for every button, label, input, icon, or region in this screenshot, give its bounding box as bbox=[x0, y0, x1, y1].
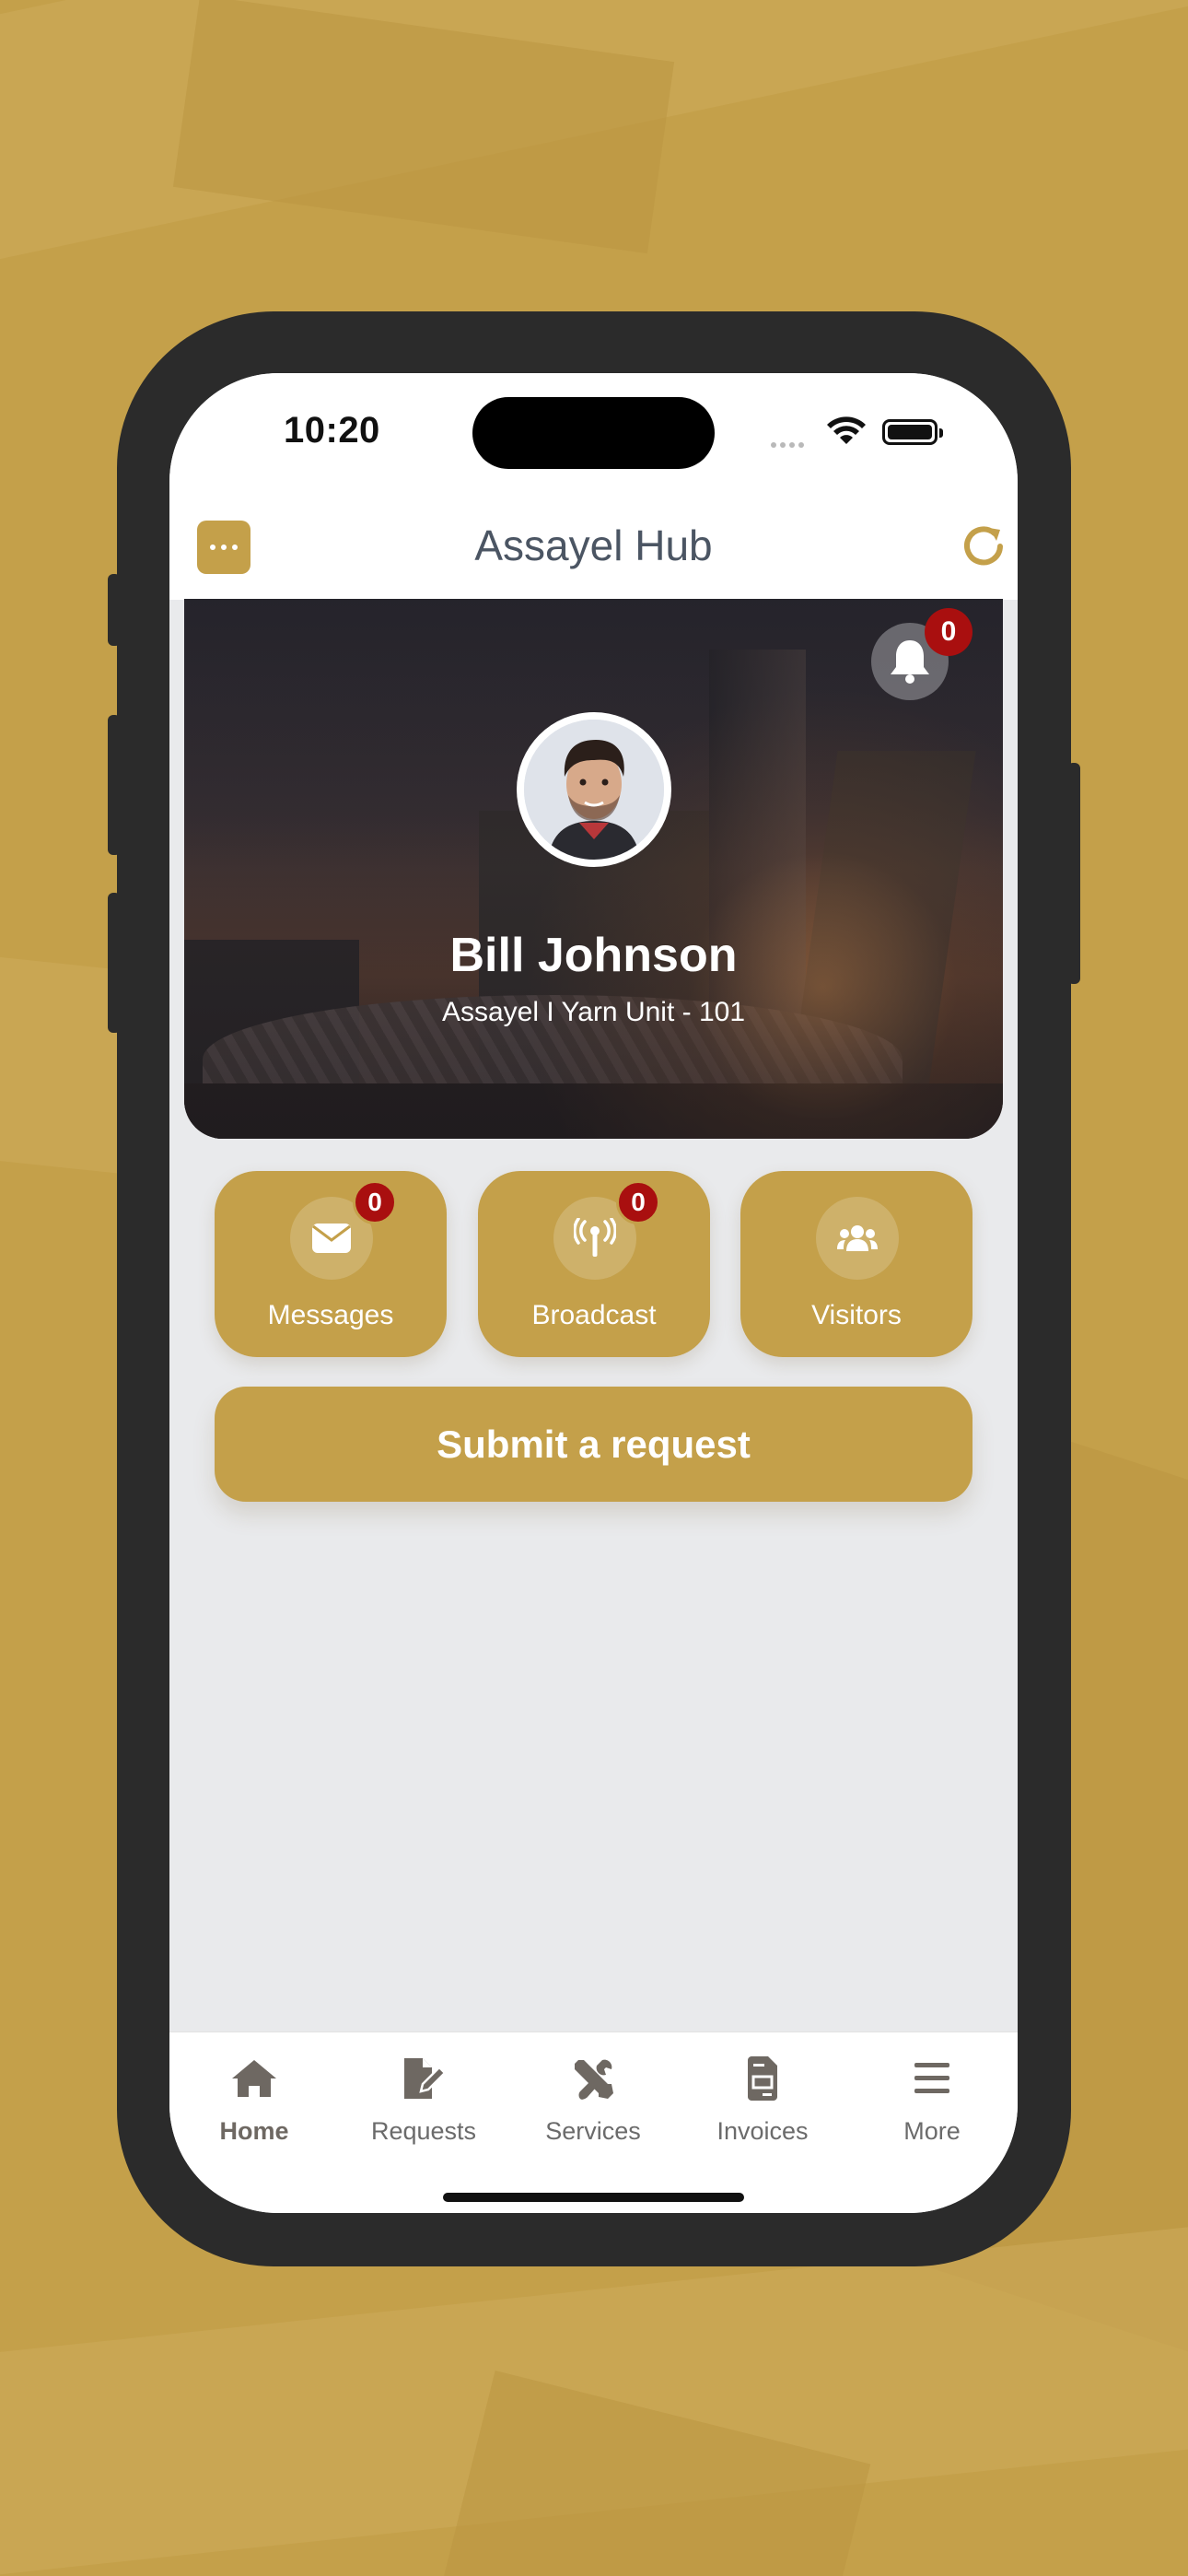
messages-tile[interactable]: 0 Messages bbox=[215, 1171, 447, 1357]
refresh-icon[interactable] bbox=[958, 521, 1009, 572]
messages-label: Messages bbox=[267, 1300, 394, 1330]
home-indicator bbox=[443, 2193, 744, 2202]
signal-dots-icon bbox=[771, 436, 808, 452]
tab-services-label: Services bbox=[545, 2117, 641, 2145]
avatar-photo bbox=[524, 720, 664, 860]
notifications-button[interactable]: 0 bbox=[871, 608, 973, 700]
notifications-badge: 0 bbox=[925, 608, 973, 656]
tab-home-label: Home bbox=[219, 2117, 289, 2145]
app-screen: 10:20 Assayel Hub 0 Bill Johnson Assayel… bbox=[169, 373, 1018, 2213]
status-time: 10:20 bbox=[284, 410, 380, 451]
dynamic-island bbox=[472, 397, 715, 469]
tab-requests[interactable]: Requests bbox=[339, 2053, 508, 2146]
tools-icon bbox=[575, 2059, 613, 2100]
tab-requests-label: Requests bbox=[370, 2117, 477, 2145]
tab-home[interactable]: Home bbox=[169, 2053, 339, 2146]
broadcast-badge: 0 bbox=[616, 1180, 660, 1224]
profile-hero: 0 Bill Johnson Assayel I Yarn Unit - 101 bbox=[184, 599, 1003, 1139]
tab-invoices[interactable]: Invoices bbox=[678, 2053, 847, 2146]
battery-icon bbox=[882, 419, 943, 445]
tab-invoices-label: Invoices bbox=[716, 2117, 809, 2145]
tab-more-label: More bbox=[903, 2117, 961, 2145]
user-name: Bill Johnson bbox=[449, 929, 738, 982]
status-bar: 10:20 bbox=[169, 373, 1018, 493]
visitors-label: Visitors bbox=[811, 1300, 902, 1330]
visitors-tile[interactable]: Visitors bbox=[740, 1171, 973, 1357]
hamburger-menu-icon bbox=[914, 2063, 949, 2093]
app-title: Assayel Hub bbox=[474, 521, 713, 569]
users-icon bbox=[837, 1225, 878, 1251]
user-unit: Assayel I Yarn Unit - 101 bbox=[441, 997, 746, 1027]
envelope-icon bbox=[312, 1224, 351, 1253]
broadcast-tile[interactable]: 0 Broadcast bbox=[478, 1171, 710, 1357]
broadcast-tower-icon bbox=[574, 1218, 616, 1257]
home-icon bbox=[232, 2060, 276, 2097]
tab-more[interactable]: More bbox=[847, 2053, 1017, 2146]
tab-services[interactable]: Services bbox=[508, 2053, 678, 2146]
invoice-icon bbox=[748, 2056, 777, 2101]
submit-request-button[interactable]: Submit a request bbox=[215, 1387, 973, 1502]
messages-badge: 0 bbox=[353, 1180, 397, 1224]
app-header: Assayel Hub bbox=[169, 493, 1018, 600]
file-edit-icon bbox=[404, 2058, 447, 2099]
broadcast-label: Broadcast bbox=[531, 1300, 657, 1330]
avatar[interactable] bbox=[517, 712, 671, 867]
tab-bar: Home Requests Services Invoices More bbox=[169, 2032, 1018, 2213]
bell-icon bbox=[891, 640, 929, 684]
wifi-icon bbox=[827, 416, 866, 444]
